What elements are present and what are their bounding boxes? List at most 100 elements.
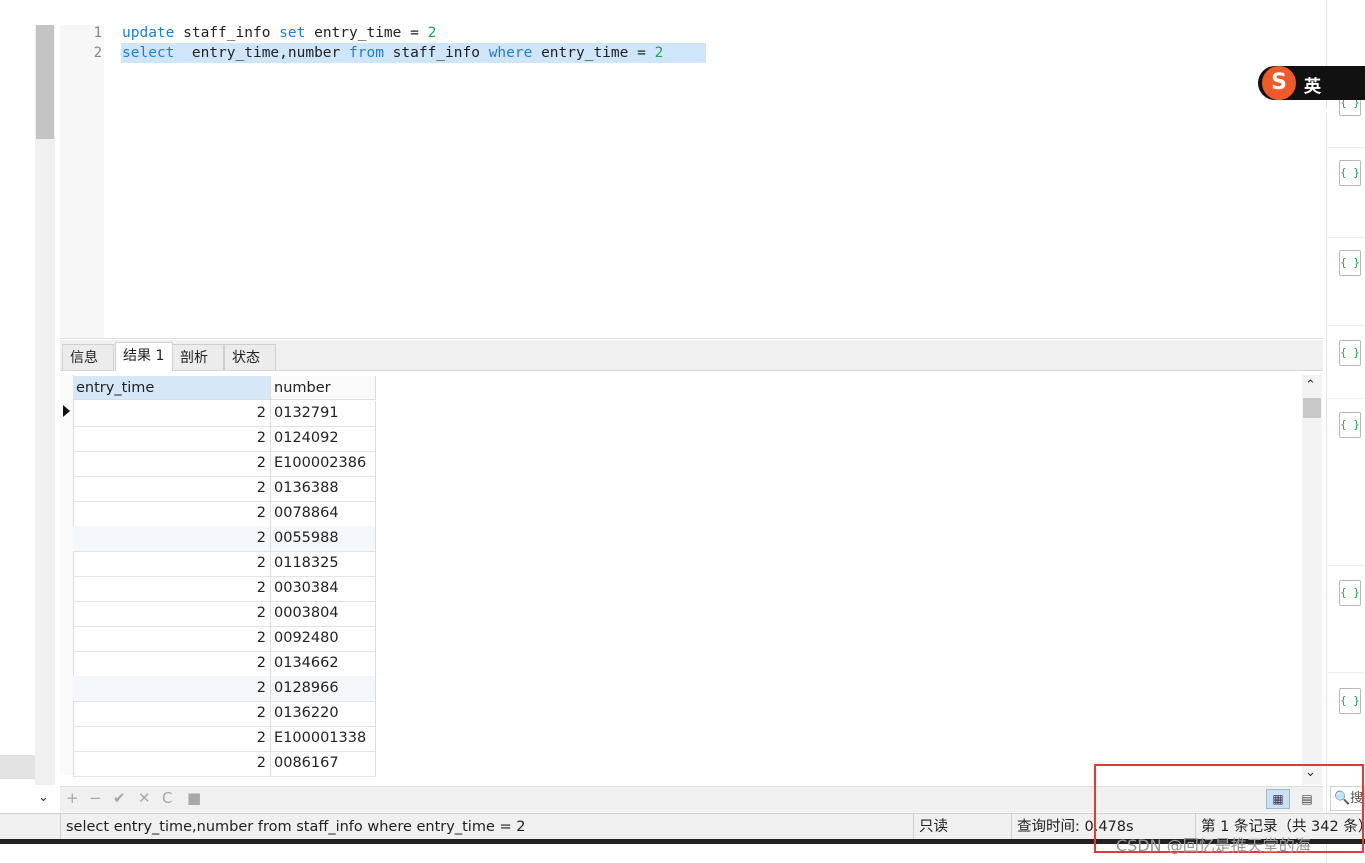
cell-number[interactable]: E100001338	[271, 726, 376, 751]
cell-entry-time[interactable]: 2	[73, 726, 271, 751]
editor-scrollbar-thumb[interactable]	[36, 25, 54, 139]
refresh-button[interactable]: C	[162, 789, 172, 807]
query-file-icon[interactable]: { }	[1339, 412, 1361, 438]
column-header-entry-time[interactable]: entry_time	[73, 376, 271, 400]
tab-result-1[interactable]: 结果 1	[115, 342, 173, 371]
cell-entry-time[interactable]: 2	[73, 601, 271, 626]
left-panel-handle[interactable]	[0, 755, 35, 779]
cell-entry-time[interactable]: 2	[73, 626, 271, 651]
table-row[interactable]: 2 0078864	[73, 501, 376, 527]
scroll-up-icon[interactable]: ⌃	[1305, 378, 1316, 393]
tab-profile[interactable]: 剖析	[172, 344, 224, 370]
table-row[interactable]: 2 0134662	[73, 651, 376, 677]
cell-number[interactable]: 0136220	[271, 701, 376, 726]
cell-entry-time[interactable]: 2	[73, 476, 271, 501]
line-number-gutter: 1 2	[60, 25, 104, 338]
cell-number[interactable]: E100002386	[271, 451, 376, 476]
cell-number[interactable]: 0003804	[271, 601, 376, 626]
cell-number[interactable]: 0030384	[271, 576, 376, 601]
line-number: 1	[93, 25, 102, 41]
grid-scrollbar[interactable]	[1302, 375, 1322, 785]
status-sql: select entry_time,number from staff_info…	[60, 814, 913, 840]
sql-keyword: from	[349, 45, 384, 61]
sql-text: entry_time,number	[174, 45, 349, 61]
editor-scrollbar[interactable]	[35, 25, 55, 785]
cell-entry-time[interactable]: 2	[73, 576, 271, 601]
cell-number[interactable]: 0086167	[271, 751, 376, 776]
sidebar-divider	[1328, 147, 1365, 148]
cell-number[interactable]: 0078864	[271, 501, 376, 526]
sidebar-divider	[1328, 565, 1365, 566]
table-row[interactable]: 2 0136220	[73, 701, 376, 727]
cell-entry-time[interactable]: 2	[73, 501, 271, 526]
cell-entry-time[interactable]: 2	[73, 551, 271, 576]
table-row[interactable]: 2 0086167	[73, 751, 376, 777]
sql-number: 2	[427, 25, 437, 41]
apply-button[interactable]: ✔	[113, 789, 126, 807]
cell-number[interactable]: 0134662	[271, 651, 376, 676]
stop-button[interactable]: ■	[187, 789, 201, 807]
cell-entry-time[interactable]: 2	[73, 401, 271, 426]
sql-keyword: select	[122, 45, 175, 61]
sidebar-divider	[1328, 398, 1365, 399]
cell-entry-time[interactable]: 2	[73, 651, 271, 676]
cell-entry-time[interactable]: 2	[73, 676, 271, 701]
delete-record-button[interactable]: −	[89, 789, 102, 807]
code-line[interactable]: select entry_time,number from staff_info…	[122, 43, 663, 63]
cell-entry-time[interactable]: 2	[73, 701, 271, 726]
cell-number[interactable]: 0055988	[271, 526, 376, 551]
sql-text: staff_info	[383, 45, 489, 61]
cell-number[interactable]: 0136388	[271, 476, 376, 501]
sidebar-divider	[1328, 325, 1365, 326]
sogou-logo-icon: S	[1262, 66, 1296, 100]
sql-number: 2	[654, 45, 664, 61]
table-row[interactable]: 2 0030384	[73, 576, 376, 602]
sql-keyword: update	[122, 25, 175, 41]
left-gutter-strip	[0, 0, 35, 863]
tab-info[interactable]: 信息	[62, 344, 114, 370]
query-file-icon[interactable]: { }	[1339, 250, 1361, 276]
cell-number[interactable]: 0132791	[271, 401, 376, 426]
cell-number[interactable]: 0124092	[271, 426, 376, 451]
query-file-icon[interactable]: { }	[1339, 160, 1361, 186]
cell-entry-time[interactable]: 2	[73, 751, 271, 776]
table-row[interactable]: 2 0128966	[73, 676, 376, 702]
query-file-icon[interactable]: { }	[1339, 688, 1361, 714]
sql-editor[interactable]: 1 2 update staff_info set entry_time = 2…	[60, 25, 1323, 339]
cell-entry-time[interactable]: 2	[73, 426, 271, 451]
current-row-arrow-icon	[63, 405, 70, 417]
table-row[interactable]: 2 0003804	[73, 601, 376, 627]
cell-entry-time[interactable]: 2	[73, 526, 271, 551]
cell-number[interactable]: 0118325	[271, 551, 376, 576]
table-row[interactable]: 2 E100002386	[73, 451, 376, 477]
query-file-icon[interactable]: { }	[1339, 340, 1361, 366]
chevron-down-icon[interactable]: ⌄	[38, 790, 49, 805]
table-row[interactable]: 2 0124092	[73, 426, 376, 452]
ime-mode-label: 英 •,	[1304, 77, 1338, 117]
table-row[interactable]: 2 E100001338	[73, 726, 376, 752]
add-record-button[interactable]: +	[66, 789, 79, 807]
sidebar-divider	[1328, 672, 1365, 673]
discard-button[interactable]: ✕	[138, 789, 151, 807]
table-row[interactable]: 2 0055988	[73, 526, 376, 552]
status-readonly: 只读	[913, 814, 1011, 840]
tab-status[interactable]: 状态	[224, 344, 276, 370]
cell-entry-time[interactable]: 2	[73, 451, 271, 476]
table-row[interactable]: 2 0118325	[73, 551, 376, 577]
grid-scrollbar-thumb[interactable]	[1303, 398, 1321, 418]
sql-keyword: where	[488, 45, 533, 61]
watermark-text: CSDN @回忆是推天堂的海	[1116, 836, 1311, 855]
sql-text: entry_time =	[532, 45, 655, 61]
sql-text: staff_info	[174, 25, 280, 41]
line-number: 2	[93, 45, 102, 61]
sql-text: entry_time =	[305, 25, 428, 41]
query-file-icon[interactable]: { }	[1339, 580, 1361, 606]
table-row[interactable]: 2 0092480	[73, 626, 376, 652]
code-line[interactable]: update staff_info set entry_time = 2	[122, 23, 436, 43]
column-header-number[interactable]: number	[271, 376, 376, 400]
table-row[interactable]: 2 0132791	[73, 401, 376, 427]
sidebar-divider	[1328, 237, 1365, 238]
cell-number[interactable]: 0092480	[271, 626, 376, 651]
cell-number[interactable]: 0128966	[271, 676, 376, 701]
table-row[interactable]: 2 0136388	[73, 476, 376, 502]
